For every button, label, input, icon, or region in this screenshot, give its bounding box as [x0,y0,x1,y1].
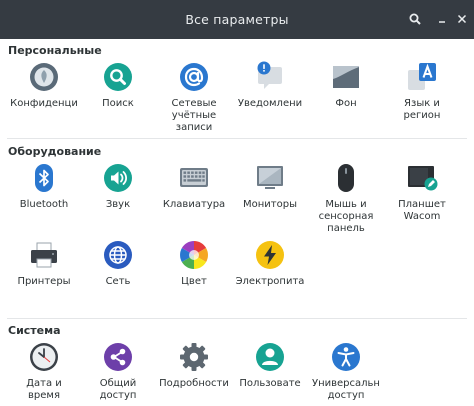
user-icon [256,343,284,371]
panel-notifications[interactable]: Уведомлени [231,61,309,110]
panel-mouse[interactable]: Мышь и сенсорная панель [307,162,385,235]
panel-label: Bluetooth [19,199,69,210]
panel-sound[interactable]: Звук [79,162,157,211]
panel-power[interactable]: Электропита [231,239,309,288]
panel-network[interactable]: Сеть [79,239,157,288]
online-accounts-icon [180,63,208,91]
power-icon [256,241,284,269]
section-title-system: Система [8,324,61,337]
panel-background[interactable]: Фон [307,61,385,110]
keyboard-icon [180,168,208,187]
panel-details[interactable]: Подробности [155,341,233,390]
clock-icon [30,343,58,371]
panel-label: Фон [335,98,357,109]
panel-label: Планшет Wacom [398,199,446,222]
panel-date-time[interactable]: Дата и время [5,341,83,402]
section-title-personal: Персональные [8,44,102,57]
printer-icon [31,242,57,268]
title-bar: Все параметры [0,0,474,39]
search-button[interactable] [402,6,428,32]
language-icon [408,63,436,90]
sound-icon [104,164,132,192]
section-title-hardware: Оборудование [8,145,102,158]
panel-label: Универсальн доступ [312,378,380,401]
network-icon [104,241,132,269]
section-separator [7,138,467,139]
panel-label: Сеть [105,276,131,287]
wacom-tablet-icon [408,166,438,191]
panel-displays[interactable]: Мониторы [231,162,309,211]
section-separator [7,318,467,319]
panel-bluetooth[interactable]: Bluetooth [5,162,83,211]
display-icon [257,166,283,189]
panel-label: Мышь и сенсорная панель [318,199,374,234]
panel-search[interactable]: Поиск [79,61,157,110]
panel-users[interactable]: Пользовате [231,341,309,390]
search-icon [104,63,132,91]
panel-wacom[interactable]: Планшет Wacom [383,162,461,223]
panel-label: Общий доступ [99,378,137,401]
panel-label: Мониторы [243,199,297,210]
notifications-icon [257,61,282,89]
sharing-icon [104,343,132,371]
panel-label: Звук [105,199,131,210]
panel-label: Клавиатура [162,199,226,210]
panel-label: Принтеры [17,276,71,287]
panel-online-accounts[interactable]: Сетевые учётные записи [155,61,233,134]
panel-label: Пользовате [239,378,301,389]
panel-language[interactable]: Язык и регион [383,61,461,122]
search-icon [409,13,421,25]
close-button[interactable] [449,6,474,32]
panel-label: Сетевые учётные записи [171,98,217,133]
bluetooth-icon [35,164,53,192]
panel-sharing[interactable]: Общий доступ [79,341,157,402]
mouse-icon [338,164,354,192]
minimize-icon [439,21,445,23]
panel-label: Уведомлени [237,98,303,109]
panel-label: Подробности [159,378,229,389]
panel-keyboard[interactable]: Клавиатура [155,162,233,211]
gear-icon [180,343,208,371]
background-icon [333,66,359,88]
accessibility-icon [332,343,360,371]
color-icon [180,241,208,269]
panel-label: Дата и время [26,378,62,401]
privacy-icon [30,63,58,91]
panel-label: Конфиденци [10,98,78,109]
panel-color[interactable]: Цвет [155,239,233,288]
panel-label: Язык и регион [403,98,441,121]
panel-label: Цвет [181,276,207,287]
panel-label: Поиск [102,98,134,109]
panel-privacy[interactable]: Конфиденци [5,61,83,110]
panel-label: Электропита [235,276,305,287]
close-icon [457,14,467,24]
panel-universal-access[interactable]: Универсальн доступ [307,341,385,402]
panel-printers[interactable]: Принтеры [5,239,83,288]
